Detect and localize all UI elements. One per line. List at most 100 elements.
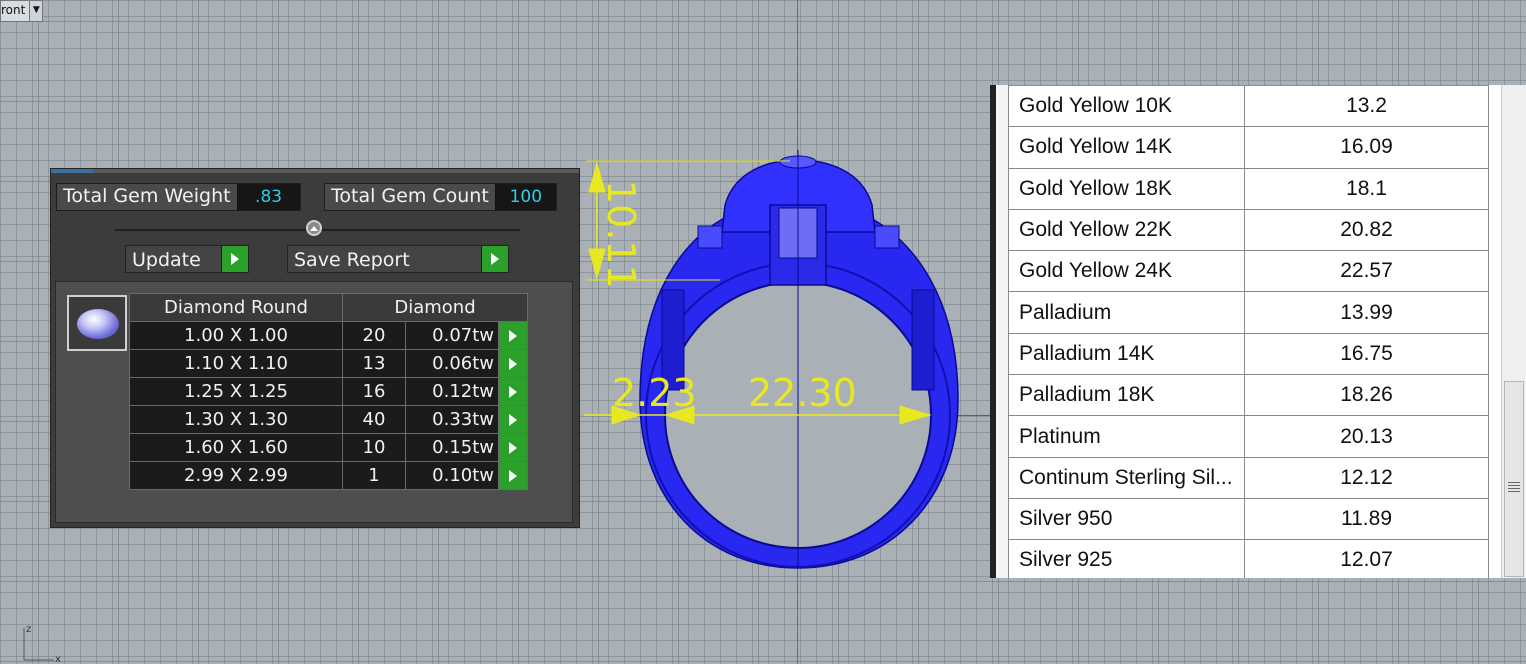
height-dimension-label: 10.11 <box>599 180 643 289</box>
metal-name: Gold Yellow 24K <box>1008 250 1245 293</box>
viewport-menu-dropdown-icon[interactable]: ▼ <box>29 1 43 21</box>
metal-name: Continum Sterling Sil... <box>1008 456 1245 499</box>
gem-row: 1.00 X 1.00 20 0.07tw <box>129 321 528 350</box>
gem-table: Diamond Round Diamond 1.00 X 1.00 20 0.0… <box>129 293 528 490</box>
gem-count: 10 <box>342 433 406 462</box>
metal-weight: 18.1 <box>1244 167 1489 210</box>
metal-row[interactable]: Gold Yellow 18K 18.1 <box>1008 167 1489 210</box>
metal-name: Silver 925 <box>1008 539 1245 578</box>
panel-title-strip <box>51 169 579 173</box>
gem-size: 2.99 X 2.99 <box>129 461 343 490</box>
metal-weight: 18.26 <box>1244 374 1489 417</box>
gem-weight: 0.10tw <box>405 461 499 490</box>
metal-weight: 20.82 <box>1244 208 1489 252</box>
metal-row[interactable]: Silver 950 11.89 <box>1008 497 1489 541</box>
metal-name: Palladium 18K <box>1008 374 1245 417</box>
scrollbar-thumb[interactable] <box>1504 381 1524 577</box>
total-gem-count-field: Total Gem Count 100 <box>324 183 557 211</box>
gem-row-play-icon[interactable] <box>498 405 528 434</box>
update-play-icon[interactable] <box>221 246 248 272</box>
metal-name: Platinum <box>1008 415 1245 458</box>
metal-row[interactable]: Palladium 14K 16.75 <box>1008 332 1489 376</box>
metal-name: Gold Yellow 10K <box>1008 85 1245 128</box>
gem-row-play-icon[interactable] <box>498 461 528 490</box>
metal-weight: 20.13 <box>1244 415 1489 458</box>
gem-count: 16 <box>342 377 406 406</box>
update-button[interactable]: Update <box>125 245 249 273</box>
gem-size: 1.60 X 1.60 <box>129 433 343 462</box>
ring-model[interactable] <box>639 150 959 569</box>
gem-row: 1.10 X 1.10 13 0.06tw <box>129 349 528 378</box>
total-gem-weight-label: Total Gem Weight <box>63 185 231 207</box>
z-axis-label: z <box>26 624 31 635</box>
diamond-stone-icon <box>77 309 119 339</box>
gem-row: 1.25 X 1.25 16 0.12tw <box>129 377 528 406</box>
metal-name: Gold Yellow 22K <box>1008 208 1245 252</box>
gem-row-play-icon[interactable] <box>498 321 528 350</box>
gem-row: 2.99 X 2.99 1 0.10tw <box>129 461 528 490</box>
metal-row[interactable]: Gold Yellow 14K 16.09 <box>1008 126 1489 169</box>
gem-size: 1.10 X 1.10 <box>129 349 343 378</box>
gem-row-play-icon[interactable] <box>498 433 528 462</box>
x-axis-label: x <box>55 654 61 662</box>
metal-weight-table: Gold Yellow 10K 13.2 Gold Yellow 14K 16.09… <box>1008 85 1489 578</box>
metal-weight: 11.89 <box>1244 497 1489 541</box>
gem-row: 1.30 X 1.30 40 0.33tw <box>129 405 528 434</box>
metal-name: Gold Yellow 14K <box>1008 126 1245 169</box>
metal-table-scrollbar[interactable] <box>1501 85 1526 578</box>
metal-weight: 16.75 <box>1244 332 1489 376</box>
metal-weight: 12.07 <box>1244 539 1489 578</box>
gem-weight: 0.07tw <box>405 321 499 350</box>
gem-count: 20 <box>342 321 406 350</box>
metal-name: Palladium 14K <box>1008 332 1245 376</box>
viewport-name-label: ront <box>1 3 26 17</box>
total-gem-weight-field: Total Gem Weight .83 <box>56 183 301 211</box>
metal-weight: 12.12 <box>1244 456 1489 499</box>
panel-tab-indicator[interactable] <box>51 169 93 173</box>
metal-row[interactable]: Palladium 18K 18.26 <box>1008 374 1489 417</box>
gem-weight: 0.12tw <box>405 377 499 406</box>
gem-row-play-icon[interactable] <box>498 377 528 406</box>
gem-weight: 0.15tw <box>405 433 499 462</box>
metal-weight: 16.09 <box>1244 126 1489 169</box>
panel-slider-knob[interactable] <box>306 220 322 236</box>
band-dimension-label: 2.23 <box>612 371 697 415</box>
gem-count: 40 <box>342 405 406 434</box>
metal-weight: 13.2 <box>1244 85 1489 128</box>
gem-row: 1.60 X 1.60 10 0.15tw <box>129 433 528 462</box>
metal-row[interactable]: Gold Yellow 22K 20.82 <box>1008 208 1489 252</box>
metal-name: Gold Yellow 18K <box>1008 167 1245 210</box>
metal-weight: 13.99 <box>1244 291 1489 334</box>
gem-row-play-icon[interactable] <box>498 349 528 378</box>
gem-count: 1 <box>342 461 406 490</box>
gem-report-panel: Total Gem Weight .83 Total Gem Count 100… <box>50 168 580 528</box>
metal-row[interactable]: Gold Yellow 24K 22.57 <box>1008 250 1489 293</box>
diamond-round-thumbnail[interactable] <box>67 295 127 351</box>
total-gem-weight-value: .83 <box>236 184 300 210</box>
inner-diameter-label: 22.30 <box>748 371 857 415</box>
metal-row[interactable]: Gold Yellow 10K 13.2 <box>1008 85 1489 128</box>
ring-model-view[interactable]: 10.11 2.23 22.30 <box>570 150 990 570</box>
metal-row[interactable]: Palladium 13.99 <box>1008 291 1489 334</box>
gem-size: 1.00 X 1.00 <box>129 321 343 350</box>
save-report-button-label: Save Report <box>294 249 410 271</box>
gem-shape-header: Diamond Round <box>129 293 343 322</box>
gem-size: 1.30 X 1.30 <box>129 405 343 434</box>
total-gem-count-value: 100 <box>494 184 556 210</box>
metal-weight: 22.57 <box>1244 250 1489 293</box>
gem-weight: 0.06tw <box>405 349 499 378</box>
save-report-play-icon[interactable] <box>481 246 508 272</box>
metal-weight-panel: Gold Yellow 10K 13.2 Gold Yellow 14K 16.09… <box>990 85 1526 578</box>
metal-row[interactable]: Silver 925 12.07 <box>1008 539 1489 578</box>
viewport-name-tab[interactable]: ront ▼ <box>0 0 44 22</box>
save-report-button[interactable]: Save Report <box>287 245 509 273</box>
grip-lines-icon <box>1508 482 1520 494</box>
metal-row[interactable]: Continum Sterling Sil... 12.12 <box>1008 456 1489 499</box>
metal-row[interactable]: Platinum 20.13 <box>1008 415 1489 458</box>
cplane-axis-icon: z x <box>23 624 61 662</box>
metal-name: Palladium <box>1008 291 1245 334</box>
total-gem-count-label: Total Gem Count <box>331 185 489 207</box>
slider-up-arrow-icon <box>310 225 318 231</box>
gem-weight: 0.33tw <box>405 405 499 434</box>
update-button-label: Update <box>132 249 201 271</box>
